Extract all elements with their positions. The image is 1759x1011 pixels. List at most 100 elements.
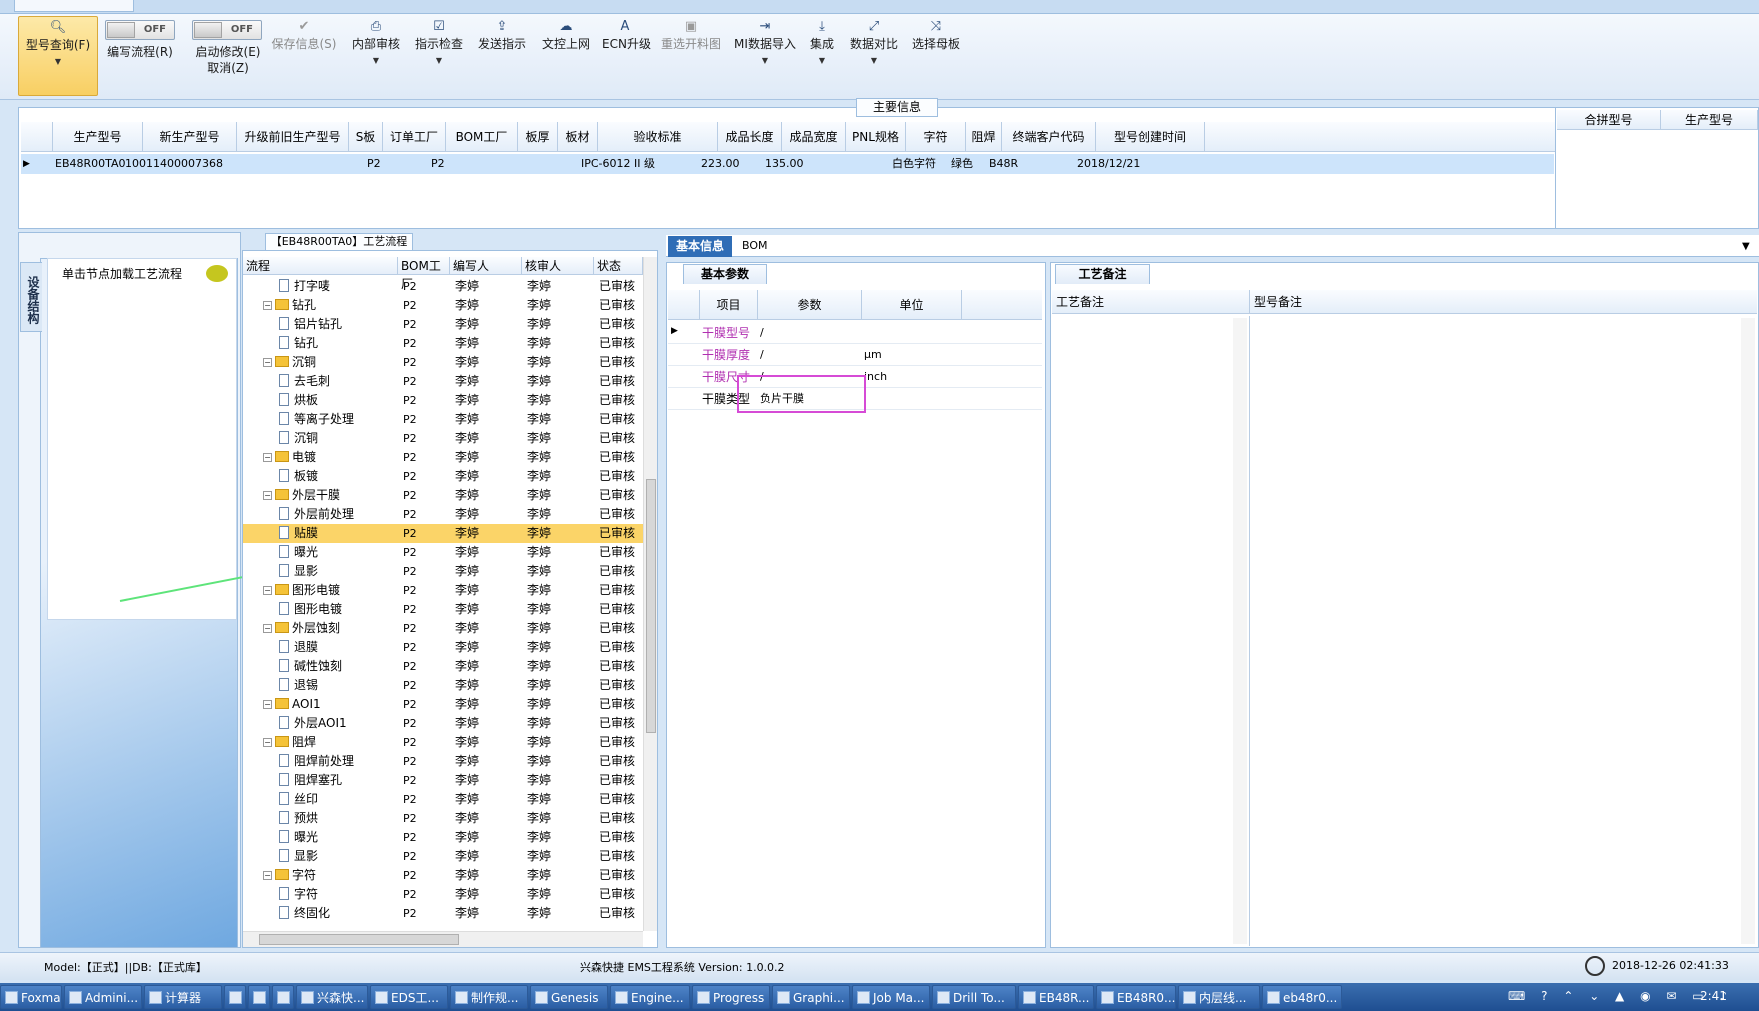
param-value[interactable]: /	[760, 344, 764, 366]
tree-row[interactable]: − 电镀 P2 李婷 李婷 已审核	[243, 448, 643, 467]
tree-node[interactable]: 碱性蚀刻	[243, 657, 399, 676]
chevron-down-icon[interactable]: ▼	[734, 56, 796, 65]
col-header[interactable]: 终端客户代码	[1002, 122, 1096, 152]
save-info-button[interactable]: ✔ 保存信息(S)	[268, 16, 340, 96]
tree-row[interactable]: 预烘 P2 李婷 李婷 已审核	[243, 809, 643, 828]
expand-toggle-icon[interactable]: −	[263, 586, 272, 595]
tree-node[interactable]: 打字唛	[243, 277, 399, 296]
tree-node[interactable]: − 钻孔	[243, 296, 399, 315]
tree-row[interactable]: − 沉铜 P2 李婷 李婷 已审核	[243, 353, 643, 372]
tree-row[interactable]: − 图形电镀 P2 李婷 李婷 已审核	[243, 581, 643, 600]
ecn-upgrade-button[interactable]: A ECN升级	[602, 16, 651, 96]
tree-row[interactable]: 曝光 P2 李婷 李婷 已审核	[243, 828, 643, 847]
col-header[interactable]: 生产型号	[53, 122, 143, 152]
params-col-unit[interactable]: 单位	[862, 290, 962, 320]
tab-basic-params[interactable]: 基本参数	[683, 264, 767, 284]
tree-node[interactable]: 显影	[243, 562, 399, 581]
chevron-down-icon[interactable]: ▼	[19, 57, 97, 66]
taskbar-item[interactable]: 制作规...	[450, 985, 528, 1009]
tree-row[interactable]: 外层前处理 P2 李婷 李婷 已审核	[243, 505, 643, 524]
scroll-thumb[interactable]	[259, 934, 459, 945]
tree-node[interactable]: − 阻焊	[243, 733, 399, 752]
taskbar-item[interactable]: Engine...	[610, 985, 690, 1009]
tree-col-status[interactable]: 状态	[594, 257, 643, 275]
taskbar-item[interactable]: 内层线...	[1178, 985, 1260, 1009]
taskbar-item[interactable]: Job Ma...	[852, 985, 930, 1009]
tree-row[interactable]: 等离子处理 P2 李婷 李婷 已审核	[243, 410, 643, 429]
tree-node[interactable]: 显影	[243, 847, 399, 866]
param-row[interactable]: 干膜厚度 / μm	[668, 344, 1042, 366]
tree-node[interactable]: 沉铜	[243, 429, 399, 448]
tree-node[interactable]: 贴膜	[243, 524, 399, 543]
vertical-tab-equipment[interactable]: 设备结构	[20, 262, 42, 332]
col-header[interactable]: 验收标准	[598, 122, 718, 152]
write-flow-toggle[interactable]: OFF	[105, 20, 175, 40]
query-button[interactable]: 🔍︎ 型号查询(F) ▼	[18, 16, 98, 96]
start-modify-toggle[interactable]: OFF	[192, 20, 262, 40]
window-tab[interactable]	[14, 0, 134, 12]
tree-row[interactable]: − 阻焊 P2 李婷 李婷 已审核	[243, 733, 643, 752]
tree-node[interactable]: − 外层干膜	[243, 486, 399, 505]
col-header[interactable]: 型号创建时间	[1096, 122, 1205, 152]
chevron-down-icon[interactable]: ▼	[413, 56, 465, 65]
col-header[interactable]: 升级前旧生产型号	[237, 122, 349, 152]
tree-row[interactable]: 曝光 P2 李婷 李婷 已审核	[243, 543, 643, 562]
tree-row[interactable]: 碱性蚀刻 P2 李婷 李婷 已审核	[243, 657, 643, 676]
col-header[interactable]: 合拼型号	[1557, 110, 1661, 130]
tree-row[interactable]: 打字唛 P2 李婷 李婷 已审核	[243, 277, 643, 296]
params-col-item[interactable]: 项目	[700, 290, 758, 320]
expand-toggle-icon[interactable]: −	[263, 871, 272, 880]
tab-process-remarks[interactable]: 工艺备注	[1055, 264, 1150, 284]
tree-node[interactable]: 曝光	[243, 828, 399, 847]
internal-review-button[interactable]: ⎙ 内部审核 ▼	[350, 16, 402, 96]
model-remarks-textarea[interactable]	[1250, 316, 1757, 946]
chevron-down-icon[interactable]: ▼	[1742, 241, 1750, 252]
expand-toggle-icon[interactable]: −	[263, 453, 272, 462]
taskbar-item[interactable]: EB48R0...	[1096, 985, 1176, 1009]
tree-row[interactable]: 烘板 P2 李婷 李婷 已审核	[243, 391, 643, 410]
col-header[interactable]: BOM工厂	[446, 122, 518, 152]
tree-row[interactable]: 贴膜 P2 李婷 李婷 已审核	[243, 524, 643, 543]
tree-node[interactable]: 图形电镀	[243, 600, 399, 619]
tree-node[interactable]: − 图形电镀	[243, 581, 399, 600]
col-header[interactable]: 生产型号	[1661, 110, 1758, 130]
tree-row[interactable]: 图形电镀 P2 李婷 李婷 已审核	[243, 600, 643, 619]
model-remarks-scrollbar[interactable]	[1741, 318, 1755, 944]
tree-col-reviewer[interactable]: 核审人	[522, 257, 594, 275]
col-header[interactable]: PNL规格	[846, 122, 906, 152]
reselect-drawing-button[interactable]: ▣ 重选开料图	[660, 16, 722, 96]
tree-node[interactable]: 曝光	[243, 543, 399, 562]
col-header[interactable]: 新生产型号	[143, 122, 237, 152]
tree-node[interactable]: 铝片钻孔	[243, 315, 399, 334]
col-header[interactable]: 成品长度	[718, 122, 782, 152]
tree-row[interactable]: 退膜 P2 李婷 李婷 已审核	[243, 638, 643, 657]
chat-bubble-icon[interactable]	[206, 265, 228, 282]
tree-row[interactable]: 外层AOI1 P2 李婷 李婷 已审核	[243, 714, 643, 733]
tab-bom[interactable]: BOM	[742, 239, 768, 252]
tree-node[interactable]: 阻焊塞孔	[243, 771, 399, 790]
tree-row[interactable]: 铝片钻孔 P2 李婷 李婷 已审核	[243, 315, 643, 334]
load-flow-hint[interactable]: 单击节点加载工艺流程	[62, 265, 182, 282]
tree-node[interactable]: − 外层蚀刻	[243, 619, 399, 638]
taskbar-item[interactable]: EB48R...	[1018, 985, 1094, 1009]
tree-row[interactable]: 阻焊塞孔 P2 李婷 李婷 已审核	[243, 771, 643, 790]
col-header[interactable]: 板厚	[518, 122, 558, 152]
chevron-down-icon[interactable]: ▼	[350, 56, 402, 65]
expand-toggle-icon[interactable]: −	[263, 700, 272, 709]
tree-node[interactable]: 钻孔	[243, 334, 399, 353]
tree-row[interactable]: − 外层蚀刻 P2 李婷 李婷 已审核	[243, 619, 643, 638]
doc-upload-button[interactable]: ☁ 文控上网	[540, 16, 592, 96]
expand-toggle-icon[interactable]: −	[263, 624, 272, 633]
tree-row[interactable]: 沉铜 P2 李婷 李婷 已审核	[243, 429, 643, 448]
expand-toggle-icon[interactable]: −	[263, 738, 272, 747]
tree-row[interactable]: 钻孔 P2 李婷 李婷 已审核	[243, 334, 643, 353]
taskbar-item[interactable]	[248, 985, 270, 1009]
taskbar-item[interactable]: Foxmail	[0, 985, 62, 1009]
select-board-button[interactable]: ⤨ 选择母板	[910, 16, 962, 96]
instruction-check-button[interactable]: ☑ 指示检查 ▼	[413, 16, 465, 96]
taskbar-item[interactable]: EDS工...	[370, 985, 448, 1009]
mi-import-button[interactable]: ⇥ MI数据导入 ▼	[734, 16, 796, 96]
col-header[interactable]: 阻焊	[966, 122, 1002, 152]
tree-row[interactable]: − 外层干膜 P2 李婷 李婷 已审核	[243, 486, 643, 505]
tree-row[interactable]: − 字符 P2 李婷 李婷 已审核	[243, 866, 643, 885]
